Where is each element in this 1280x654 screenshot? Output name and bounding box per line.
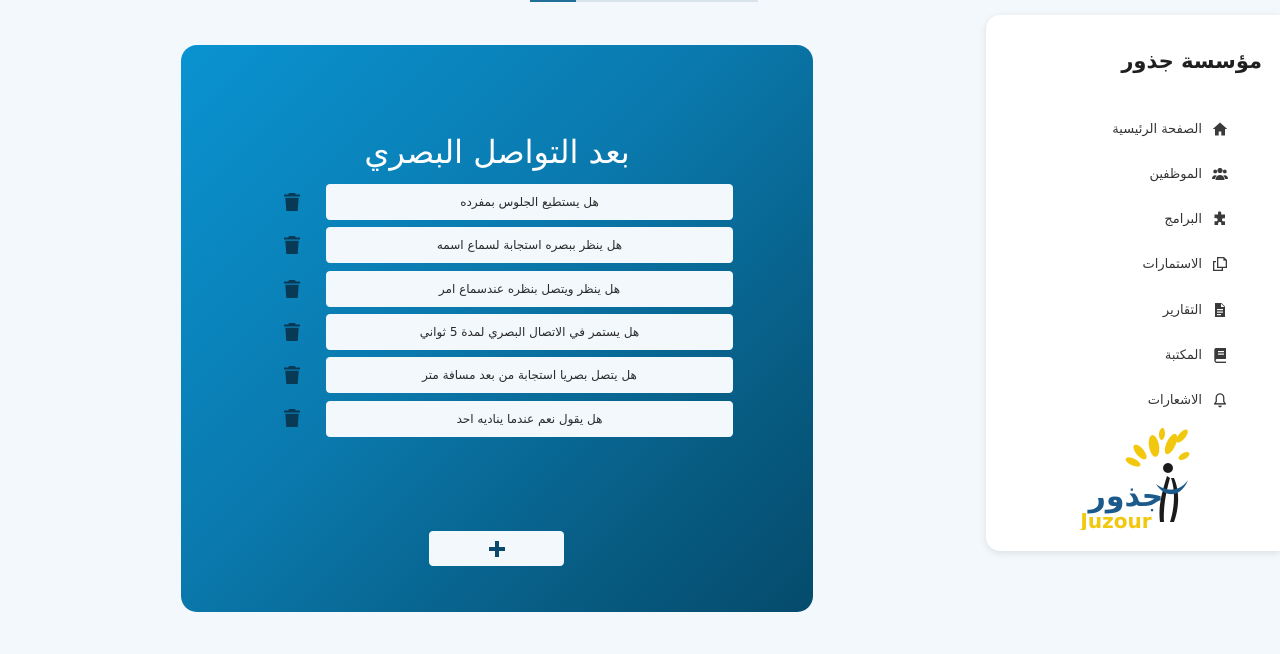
assessment-card: بعد التواصل البصري هل يستطيع الجلوس بمفر… <box>181 45 813 612</box>
delete-question-button[interactable] <box>284 323 300 341</box>
question-item[interactable]: هل ينظر ببصره استجابة لسماع اسمه <box>326 227 733 263</box>
add-question-button[interactable] <box>429 531 564 566</box>
copy-forms-icon <box>1212 256 1228 272</box>
sidebar-item-notifications[interactable]: الاشعارات <box>1148 390 1228 410</box>
sidebar-item-label: المكتبة <box>1164 347 1202 363</box>
sidebar-item-label: التقارير <box>1162 302 1202 318</box>
question-item[interactable]: هل ينظر ويتصل بنظره عندسماع امر <box>326 271 733 307</box>
page-title: بعد التواصل البصري <box>364 133 630 171</box>
plus-icon <box>488 540 505 557</box>
sidebar-item-employees[interactable]: الموظفين <box>1149 164 1228 184</box>
delete-question-button[interactable] <box>284 366 300 384</box>
trash-icon <box>284 323 300 341</box>
home-icon <box>1212 121 1228 137</box>
sidebar-item-reports[interactable]: التقارير <box>1163 300 1228 320</box>
trash-icon <box>284 236 300 254</box>
bell-icon <box>1212 392 1228 408</box>
question-item[interactable]: هل يقول نعم عندما يناديه احد <box>326 401 733 437</box>
sidebar: مؤسسة جذور الصفحة الرئيسية الموظفين البر… <box>986 15 1280 551</box>
delete-question-button[interactable] <box>284 236 300 254</box>
logo-latin-text: Juzour <box>1078 509 1151 530</box>
top-tab-indicator <box>530 0 758 2</box>
puzzle-icon <box>1212 211 1228 227</box>
question-item[interactable]: هل يتصل بصريا استجابة من بعد مسافة متر <box>326 357 733 393</box>
trash-icon <box>284 193 300 211</box>
org-title: مؤسسة جذور <box>1121 49 1262 73</box>
sidebar-item-label: البرامج <box>1164 211 1202 227</box>
file-report-icon <box>1212 302 1228 318</box>
sidebar-item-programs[interactable]: البرامج <box>1164 209 1228 229</box>
book-icon <box>1212 347 1228 363</box>
question-item[interactable]: هل يستطيع الجلوس بمفرده <box>326 184 733 220</box>
trash-icon <box>284 409 300 427</box>
users-icon <box>1212 166 1228 182</box>
trash-icon <box>284 280 300 298</box>
delete-question-button[interactable] <box>284 193 300 211</box>
active-tab-indicator <box>530 0 576 2</box>
delete-question-button[interactable] <box>284 409 300 427</box>
sidebar-item-label: الصفحة الرئيسية <box>1112 121 1202 137</box>
sidebar-item-library[interactable]: المكتبة <box>1165 345 1228 365</box>
juzour-logo: جذور Juzour <box>1078 428 1190 530</box>
sidebar-item-label: الاستمارات <box>1142 256 1202 272</box>
sidebar-item-label: الموظفين <box>1149 166 1202 182</box>
delete-question-button[interactable] <box>284 280 300 298</box>
sidebar-item-label: الاشعارات <box>1147 392 1202 408</box>
question-item[interactable]: هل يستمر في الاتصال البصري لمدة 5 ثواني <box>326 314 733 350</box>
trash-icon <box>284 366 300 384</box>
sidebar-item-forms[interactable]: الاستمارات <box>1143 254 1228 274</box>
sidebar-item-home[interactable]: الصفحة الرئيسية <box>1112 119 1228 139</box>
